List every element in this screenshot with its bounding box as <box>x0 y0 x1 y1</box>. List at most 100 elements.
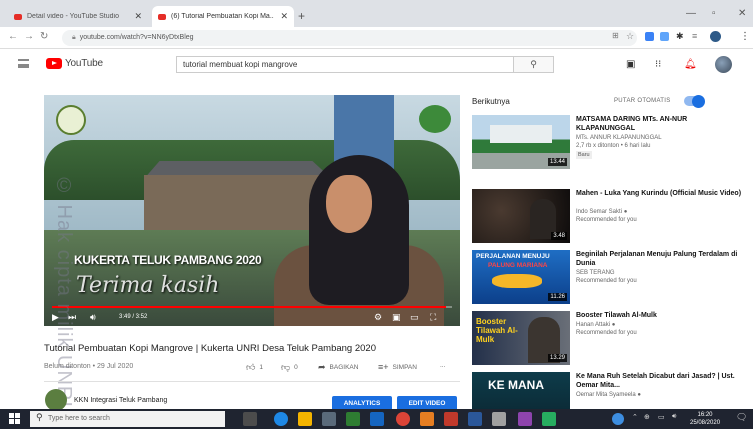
more-actions-button[interactable]: ... <box>440 362 445 369</box>
account-avatar[interactable] <box>715 56 732 73</box>
forward-icon[interactable]: → <box>24 31 34 42</box>
taskbar-clock[interactable]: 16:20 25/08/2020 <box>690 411 720 427</box>
youtube-favicon-icon <box>158 13 166 20</box>
tab-youtube-studio[interactable]: Detail video - YouTube Studio ✕ <box>8 6 148 27</box>
app-icon[interactable] <box>542 412 556 426</box>
notifications-icon[interactable]: 🗨 <box>736 412 747 423</box>
app-icon[interactable] <box>518 412 532 426</box>
volume-tray-icon[interactable]: 🔊︎ <box>672 413 676 421</box>
theater-mode-icon[interactable]: ▭ <box>410 312 419 323</box>
search-input[interactable]: tutorial membuat kopi mangrove <box>176 56 514 73</box>
new-tab-icon[interactable]: + <box>298 9 305 23</box>
chrome-icon[interactable] <box>396 412 410 426</box>
translate-icon[interactable]: ⊞ <box>612 31 619 40</box>
volume-icon[interactable]: 🔊︎ <box>90 312 96 323</box>
share-button[interactable]: ➦ BAGIKAN <box>318 362 358 373</box>
taskbar-search-input[interactable]: Type here to search <box>30 411 225 427</box>
windows-taskbar: Type here to search ⚲ ⌃ ⊕ ▭ 🔊︎ 16:20 25/… <box>0 409 753 429</box>
video-thumbnail[interactable]: 3.48 <box>472 189 570 243</box>
like-count: 1 <box>259 364 264 371</box>
youtube-logo-text: YouTube <box>65 58 103 69</box>
task-view-icon[interactable] <box>243 412 257 426</box>
bookmark-star-icon[interactable]: ☆ <box>626 31 634 42</box>
save-button[interactable]: ≡+ SIMPAN <box>378 362 417 372</box>
network-icon[interactable]: ⊕ <box>644 413 650 421</box>
new-badge: Baru <box>576 151 592 159</box>
file-explorer-icon[interactable] <box>298 412 312 426</box>
divider <box>44 381 460 382</box>
video-thumbnail[interactable]: KE MANA <box>472 372 570 409</box>
maximize-icon[interactable]: ▫ <box>712 8 716 19</box>
like-button[interactable]: 👍︎ 1 <box>246 362 263 373</box>
notifications-bell-icon[interactable]: 🔔︎ <box>684 59 697 70</box>
video-thumbnail[interactable]: 13.44 <box>472 115 570 169</box>
duration-badge: 3.48 <box>551 232 567 240</box>
recommended-video-title: Beginilah Perjalanan Menuju Palung Terda… <box>576 251 738 267</box>
recommended-channel-name: MTs. ANNUR KLAPANUNGGAL <box>576 135 662 141</box>
channel-avatar[interactable] <box>45 389 67 411</box>
duration-badge: 13.29 <box>547 354 567 362</box>
recommended-channel-name: Hanan Attaki ● <box>576 322 616 328</box>
mail-icon[interactable] <box>322 412 336 426</box>
lock-icon: 🔒︎ <box>72 34 76 41</box>
tab-label: Detail video - YouTube Studio <box>27 13 119 20</box>
vlc-icon[interactable] <box>420 412 434 426</box>
recommended-video-title: Ke Mana Ruh Setelah Dicabut dari Jasad? … <box>576 373 735 389</box>
browser-menu-icon[interactable]: ⋮ <box>740 31 750 42</box>
video-thumbnail[interactable]: PERJALANAN MENUJU PALUNG MARIANA 11.26 <box>472 250 570 304</box>
pdf-app-icon[interactable] <box>444 412 458 426</box>
minimize-icon[interactable]: — <box>686 8 696 19</box>
video-thumbnail[interactable]: Booster Tilawah Al-Mulk 13.29 <box>472 311 570 365</box>
extension-icon[interactable] <box>645 32 654 41</box>
create-video-icon[interactable]: ▣ <box>626 59 635 70</box>
reload-icon[interactable]: ↻ <box>40 31 48 42</box>
close-tab-icon[interactable]: ✕ <box>280 11 288 22</box>
app-icon[interactable] <box>492 412 506 426</box>
thumbnail-caption: PALUNG MARIANA <box>488 262 548 269</box>
recommended-video-item[interactable]: KE MANA Ke Mana Ruh Setelah Dicabut dari… <box>472 372 752 409</box>
battery-icon[interactable]: ▭ <box>658 413 665 421</box>
close-tab-icon[interactable]: ✕ <box>134 11 142 22</box>
dislike-button[interactable]: 👎︎ 0 <box>281 362 298 373</box>
recommended-video-title: Mahen - Luka Yang Kurindu (Official Musi… <box>576 190 742 197</box>
miniplayer-icon[interactable]: ▣ <box>392 312 401 323</box>
back-icon[interactable]: ← <box>8 31 18 42</box>
tray-app-icon[interactable] <box>612 413 624 425</box>
video-frame-house <box>144 175 324 235</box>
recommended-video-item[interactable]: 3.48 Mahen - Luka Yang Kurindu (Official… <box>472 189 752 247</box>
video-overlay-script: Terima kasih <box>76 273 220 298</box>
tab-current-video[interactable]: (6) Tutorial Pembuatan Kopi Ma... ✕ <box>152 6 294 27</box>
recommended-video-item[interactable]: PERJALANAN MENUJU PALUNG MARIANA 11.26 B… <box>472 250 752 308</box>
extension-icon[interactable] <box>660 32 669 41</box>
profile-avatar-icon[interactable] <box>710 31 721 42</box>
youtube-logo[interactable]: YouTube <box>46 58 103 69</box>
autoplay-toggle[interactable] <box>684 94 705 108</box>
channel-name[interactable]: KKN Integrasi Teluk Pambang <box>74 397 167 404</box>
recommended-video-item[interactable]: Booster Tilawah Al-Mulk 13.29 Booster Ti… <box>472 311 752 369</box>
apps-grid-icon[interactable]: ⁝⁝ <box>655 59 661 70</box>
youtube-play-logo-icon <box>46 58 62 69</box>
menu-hamburger-icon[interactable] <box>18 59 29 68</box>
duration-badge: 11.26 <box>548 293 567 301</box>
recommended-video-item[interactable]: 13.44 MATSAMA DARING MTs. AN-NUR KLAPANU… <box>472 115 752 173</box>
vscode-icon[interactable] <box>370 412 384 426</box>
thumbnail-submarine <box>492 274 542 288</box>
reading-list-icon[interactable]: ≡ <box>692 31 697 41</box>
video-date: Belum ditonton • 29 Jul 2020 <box>44 363 134 370</box>
word-icon[interactable] <box>468 412 482 426</box>
settings-gear-icon[interactable]: ⚙ <box>374 312 382 323</box>
edge-browser-icon[interactable] <box>274 412 288 426</box>
share-icon: ➦ <box>318 362 326 372</box>
search-button[interactable]: ⚲ <box>514 56 554 73</box>
tray-chevron-icon[interactable]: ⌃ <box>632 413 638 421</box>
video-progress-bar[interactable] <box>52 306 452 308</box>
save-label: SIMPAN <box>392 363 417 371</box>
windows-start-icon[interactable] <box>9 413 20 424</box>
url-field[interactable]: 🔒︎ youtube.com/watch?v=NN6yDtxBleg <box>62 30 637 46</box>
close-window-icon[interactable]: ✕ <box>738 8 746 19</box>
extensions-puzzle-icon[interactable]: ✱ <box>676 31 684 42</box>
video-player[interactable]: KUKERTA TELUK PAMBANG 2020 Terima kasih … <box>44 95 460 326</box>
store-icon[interactable] <box>346 412 360 426</box>
fullscreen-icon[interactable]: ⛶ <box>430 312 436 323</box>
share-label: BAGIKAN <box>329 364 359 371</box>
